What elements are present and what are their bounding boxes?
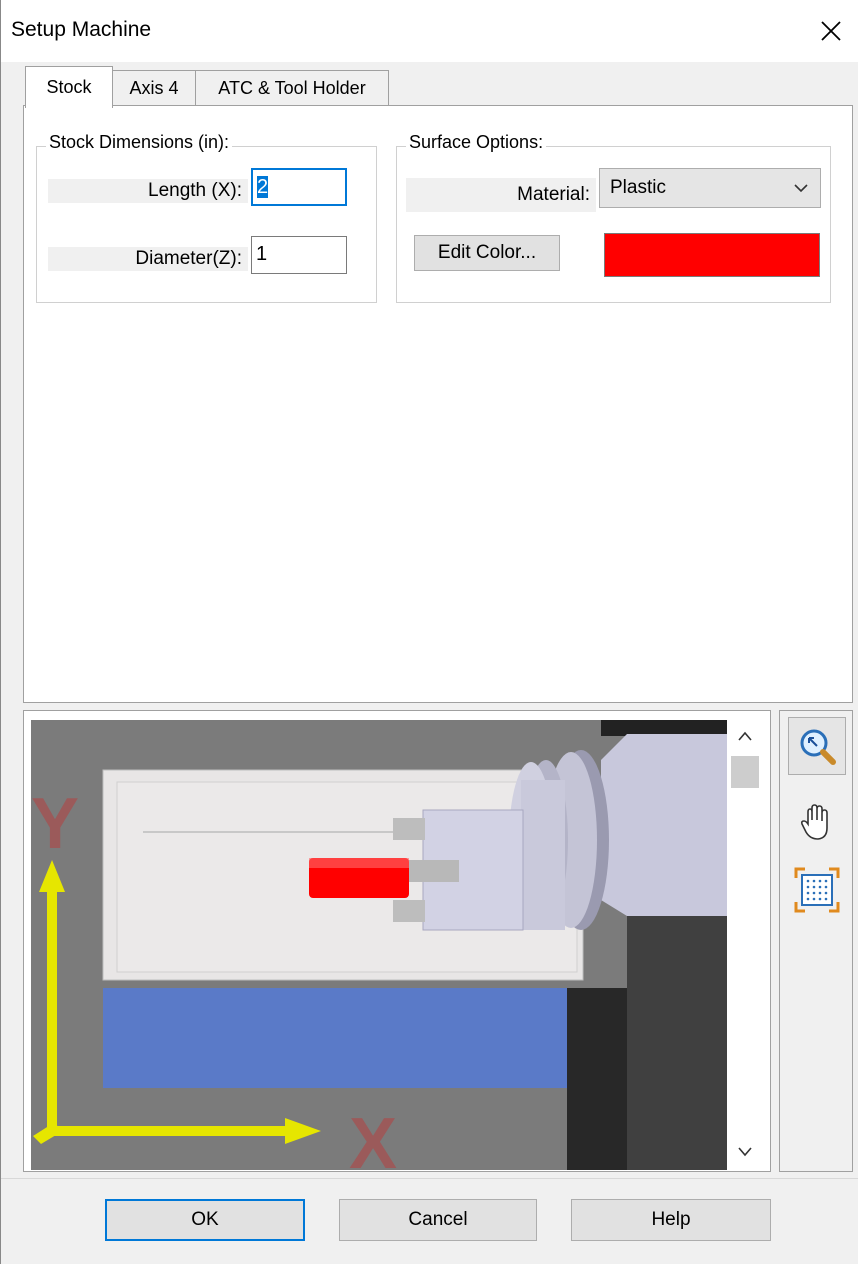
tab-stock-label: Stock xyxy=(46,77,92,97)
length-label: Length (X): xyxy=(48,179,248,203)
help-button-label: Help xyxy=(651,1209,691,1230)
ok-button-label: OK xyxy=(191,1209,219,1230)
ok-button[interactable]: OK xyxy=(105,1199,305,1241)
scroll-thumb[interactable] xyxy=(731,756,759,788)
fit-view-button[interactable] xyxy=(788,861,846,919)
tab-atc-tool-holder[interactable]: ATC & Tool Holder xyxy=(195,70,389,106)
close-icon xyxy=(821,21,841,41)
divider xyxy=(1,1178,858,1179)
tab-axis-4-label: Axis 4 xyxy=(129,78,179,98)
material-label: Material: xyxy=(406,178,596,212)
pan-hand-icon xyxy=(800,804,828,840)
zoom-icon xyxy=(800,729,836,765)
tab-axis-4[interactable]: Axis 4 xyxy=(112,70,196,106)
machine-bed xyxy=(103,988,579,1088)
diameter-input[interactable]: 1 xyxy=(251,236,347,274)
diameter-label: Diameter(Z): xyxy=(48,247,248,271)
help-button[interactable]: Help xyxy=(571,1199,771,1241)
chevron-down-icon xyxy=(794,184,808,193)
viewport-scrollbar[interactable] xyxy=(727,720,763,1170)
setup-machine-dialog: Setup Machine Stock Axis 4 ATC & Tool Ho… xyxy=(0,0,858,1264)
tab-stock[interactable]: Stock xyxy=(25,66,113,108)
axis-x-label: X xyxy=(349,1104,397,1170)
surface-options-group-label: Surface Options: xyxy=(406,132,547,153)
close-button[interactable] xyxy=(803,0,858,62)
view-tools-panel xyxy=(779,710,853,1172)
cancel-button-label: Cancel xyxy=(408,1209,468,1230)
title-bar: Setup Machine xyxy=(1,0,858,62)
pan-button[interactable] xyxy=(788,793,846,851)
scroll-down-icon[interactable] xyxy=(737,1146,753,1158)
length-value: 2 xyxy=(257,176,269,198)
edit-color-button-label: Edit Color... xyxy=(437,242,537,263)
stock-color-swatch xyxy=(604,233,820,277)
length-input[interactable]: 2 xyxy=(251,168,347,206)
scroll-up-icon[interactable] xyxy=(737,730,753,742)
diameter-value: 1 xyxy=(256,243,268,265)
machine-3d-viewport[interactable]: Y X xyxy=(31,720,727,1170)
axis-y-label: Y xyxy=(31,784,79,864)
fit-view-icon xyxy=(794,867,840,913)
material-value: Plastic xyxy=(610,177,666,198)
stock-dimensions-group-label: Stock Dimensions (in): xyxy=(46,132,233,153)
tab-atc-tool-holder-label: ATC & Tool Holder xyxy=(218,78,366,98)
dialog-title: Setup Machine xyxy=(11,18,152,41)
stock-tab-panel: Stock Dimensions (in): Length (X): 2 Dia… xyxy=(23,105,853,703)
material-select[interactable]: Plastic xyxy=(599,168,821,208)
zoom-button[interactable] xyxy=(788,717,846,775)
cancel-button[interactable]: Cancel xyxy=(339,1199,537,1241)
machine-scene: Y X xyxy=(31,720,727,1170)
edit-color-button[interactable]: Edit Color... xyxy=(414,235,560,271)
